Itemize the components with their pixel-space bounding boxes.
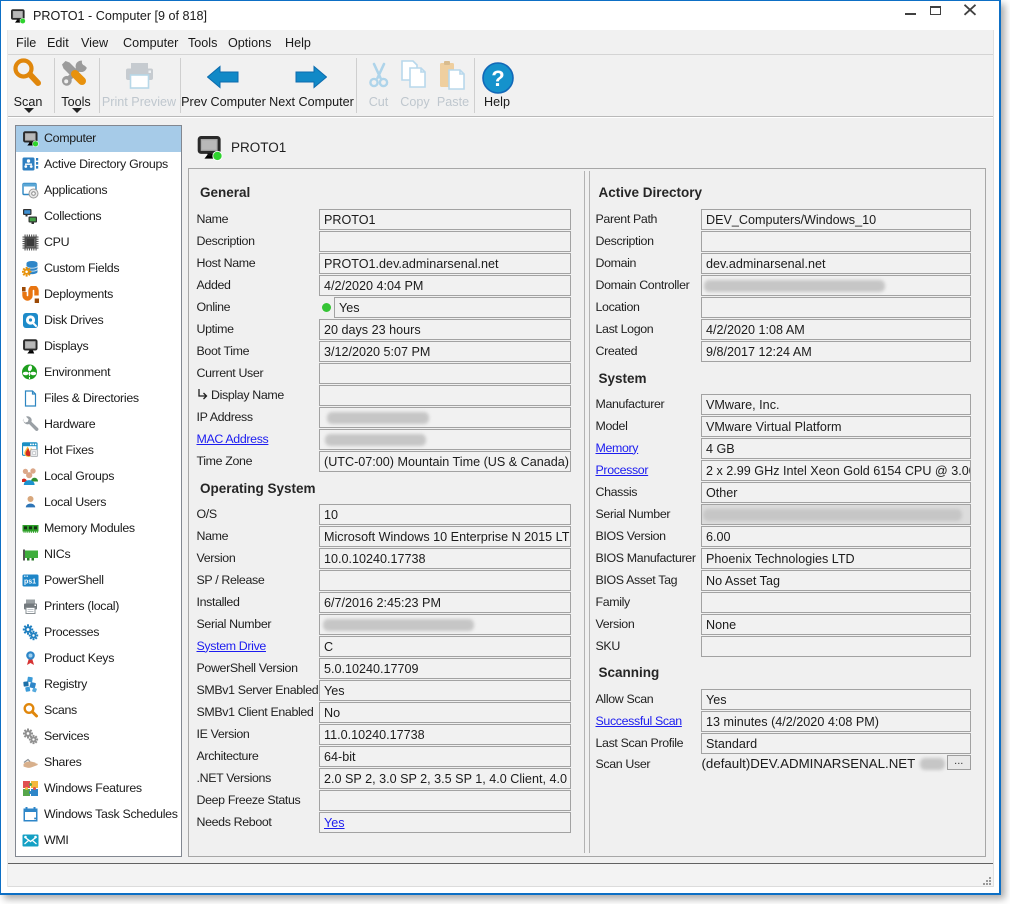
svg-text:ps1: ps1 [24, 579, 36, 586]
svg-text:?: ? [491, 66, 504, 91]
